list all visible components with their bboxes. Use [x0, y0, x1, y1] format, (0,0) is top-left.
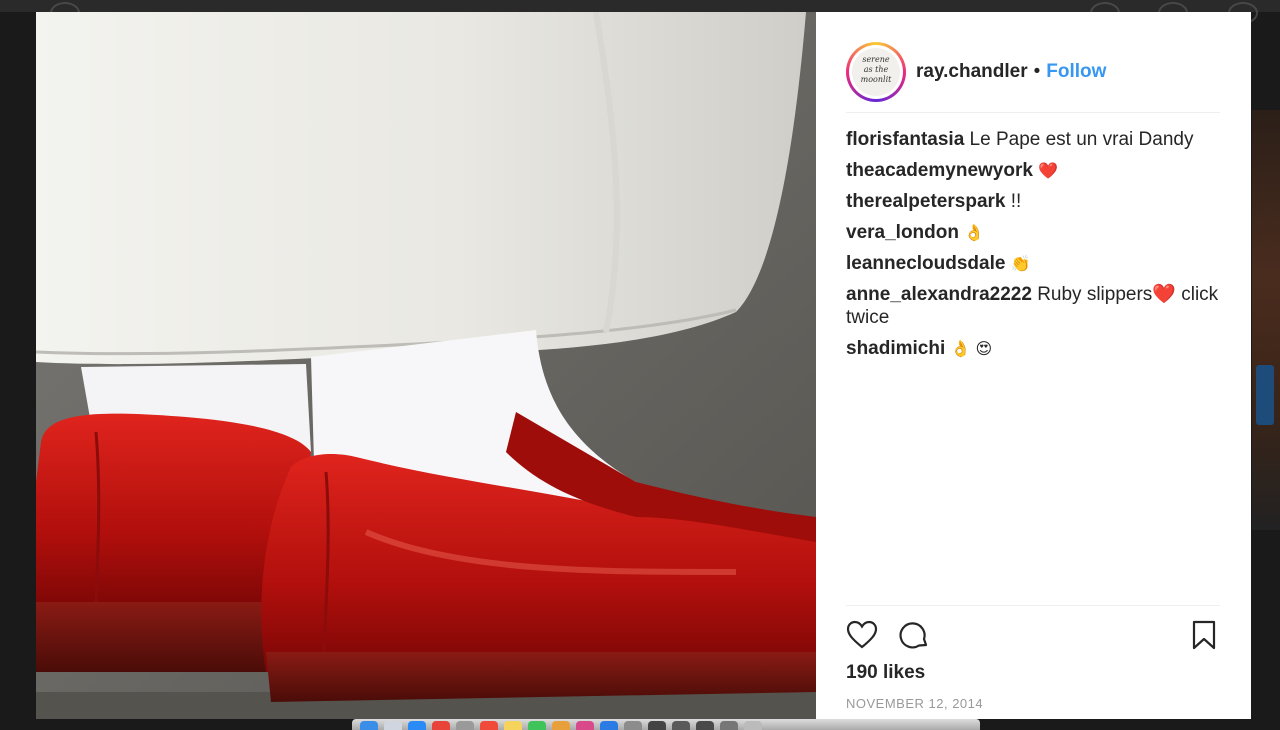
launchpad-icon[interactable] [384, 721, 402, 730]
comment-item: florisfantasia Le Pape est un vrai Dandy [846, 128, 1226, 151]
post-username[interactable]: ray.chandler [916, 61, 1028, 83]
comment-item: theacademynewyork ❤️ [846, 159, 1226, 182]
follow-button[interactable]: Follow [1046, 61, 1106, 83]
background-topbar [0, 0, 1280, 12]
comment-item: anne_alexandra2222 Ruby slippers❤️ click… [846, 283, 1226, 329]
comments-list: florisfantasia Le Pape est un vrai Dandy… [846, 128, 1226, 368]
comment-user[interactable]: anne_alexandra2222 [846, 284, 1032, 305]
comment-text: 👏 [1010, 254, 1031, 273]
comment-text: 👌 😍 [950, 339, 993, 358]
comment-text: ❤️ [1038, 161, 1059, 180]
bookmark-icon[interactable] [1188, 619, 1220, 651]
background-post-thumbnail [1252, 110, 1280, 530]
comment-text: 👌 [964, 223, 985, 242]
comment-text: Le Pape est un vrai Dandy [969, 129, 1194, 150]
calendar-icon[interactable] [480, 721, 498, 730]
comment-item: shadimichi 👌 😍 [846, 337, 1226, 360]
comment-text: !! [1010, 191, 1022, 212]
contacts-icon[interactable] [456, 721, 474, 730]
messages-icon[interactable] [528, 721, 546, 730]
trash-icon[interactable] [744, 721, 762, 730]
window-thumb-icon[interactable] [672, 721, 690, 730]
itunes-icon[interactable] [576, 721, 594, 730]
window-thumb-icon[interactable] [696, 721, 714, 730]
photos-icon[interactable] [552, 721, 570, 730]
comment-user[interactable]: theacademynewyork [846, 160, 1033, 181]
post-sidebar: serene as the moonlit ray.chandler • Fol… [816, 12, 1251, 719]
downloads-icon[interactable] [720, 721, 738, 730]
comment-item: vera_london 👌 [846, 221, 1226, 244]
post-modal: serene as the moonlit ray.chandler • Fol… [36, 12, 1251, 719]
likes-count[interactable]: 190 likes [846, 662, 925, 684]
post-header: serene as the moonlit ray.chandler • Fol… [846, 32, 1220, 113]
terminal-icon[interactable] [648, 721, 666, 730]
comment-user[interactable]: shadimichi [846, 338, 945, 359]
comment-user[interactable]: leannecloudsdale [846, 253, 1005, 274]
finder-icon[interactable] [360, 721, 378, 730]
comment-item: therealpeterspark !! [846, 190, 1226, 213]
avatar[interactable]: serene as the moonlit [846, 42, 906, 102]
comment-bubble-icon[interactable] [898, 619, 930, 651]
post-date: NOVEMBER 12, 2014 [846, 696, 984, 711]
system-preferences-icon[interactable] [624, 721, 642, 730]
comment-item: leannecloudsdale 👏 [846, 252, 1226, 275]
svg-text:moonlit: moonlit [861, 75, 892, 84]
mac-dock [352, 719, 980, 730]
post-photo[interactable] [36, 12, 816, 719]
heart-icon[interactable] [846, 619, 878, 651]
comment-user[interactable]: vera_london [846, 222, 959, 243]
app-store-icon[interactable] [600, 721, 618, 730]
svg-text:serene: serene [862, 55, 890, 64]
chrome-icon[interactable] [432, 721, 450, 730]
svg-text:as the: as the [864, 65, 889, 74]
safari-icon[interactable] [408, 721, 426, 730]
comment-user[interactable]: florisfantasia [846, 129, 964, 150]
actions-divider [846, 605, 1220, 606]
comment-user[interactable]: therealpeterspark [846, 191, 1005, 212]
separator-dot: • [1033, 61, 1041, 82]
action-bar [846, 619, 1216, 651]
notes-icon[interactable] [504, 721, 522, 730]
